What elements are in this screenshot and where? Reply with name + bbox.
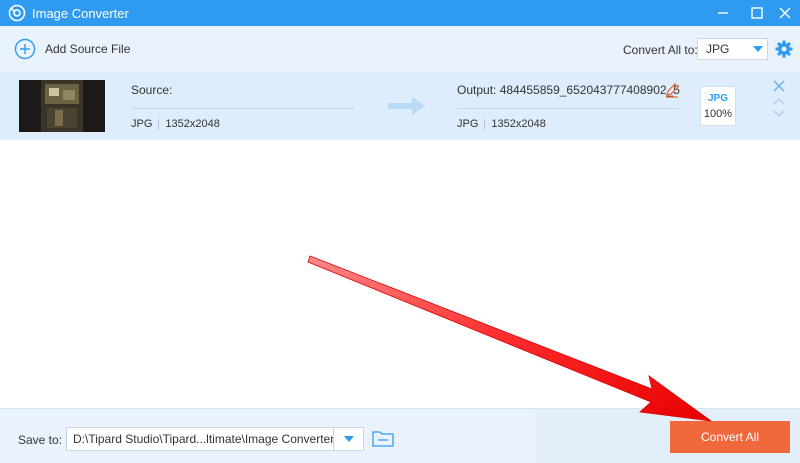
output-resolution: 1352x2048 <box>491 118 546 130</box>
maximize-button[interactable] <box>742 0 772 26</box>
convert-all-to-label: Convert All to: <box>623 43 698 57</box>
annotation-arrow <box>307 255 712 422</box>
save-to-label: Save to: <box>18 433 63 447</box>
remove-file-icon[interactable] <box>773 80 785 92</box>
source-format: JPG <box>131 118 153 130</box>
chevron-down-icon <box>343 436 354 442</box>
chevron-up-icon[interactable] <box>773 96 785 106</box>
window-title: Image Converter <box>32 6 129 21</box>
close-icon <box>779 7 791 19</box>
source-info: JPG 1352x2048 <box>131 118 220 130</box>
image-thumbnail <box>19 80 105 132</box>
minimize-icon <box>718 12 728 14</box>
output-info: JPG 1352x2048 <box>457 118 546 130</box>
output-filename-label: Output: 484455859_652043777408902_5 <box>457 83 680 97</box>
save-path-value: D:\Tipard Studio\Tipard...ltimate\Image … <box>73 432 333 446</box>
output-format: JPG <box>457 118 479 130</box>
add-source-file-button[interactable]: Add Source File <box>14 38 130 60</box>
source-label: Source: <box>131 83 173 97</box>
output-format-badge[interactable]: JPG 100% <box>700 86 736 126</box>
output-divider <box>457 108 679 109</box>
close-button[interactable] <box>770 0 800 26</box>
save-path-dropdown[interactable] <box>334 427 364 451</box>
pencil-icon[interactable] <box>664 82 680 98</box>
app-logo-icon <box>8 4 26 22</box>
source-divider <box>131 108 355 109</box>
gear-icon[interactable] <box>775 40 793 58</box>
separator <box>158 119 160 130</box>
chevron-down-icon <box>749 46 767 52</box>
badge-format: JPG <box>707 93 728 104</box>
chevron-down-icon[interactable] <box>773 109 785 119</box>
folder-icon[interactable] <box>372 429 394 447</box>
save-path-field[interactable]: D:\Tipard Studio\Tipard...ltimate\Image … <box>66 427 334 451</box>
plus-circle-icon <box>14 38 36 60</box>
maximize-icon <box>751 7 763 19</box>
add-source-file-label: Add Source File <box>45 42 131 56</box>
toolbar: Add Source File Convert All to: JPG <box>0 26 800 72</box>
arrow-right-icon <box>388 97 425 115</box>
output-format-value: JPG <box>706 42 730 56</box>
minimize-button[interactable] <box>708 0 738 26</box>
separator <box>484 119 486 130</box>
title-bar: Image Converter <box>0 0 800 26</box>
badge-quality: 100% <box>703 108 733 120</box>
source-resolution: 1352x2048 <box>165 118 220 130</box>
file-row[interactable]: Source: JPG 1352x2048 Output: 484455859_… <box>0 72 800 140</box>
output-format-select[interactable]: JPG <box>697 38 768 60</box>
